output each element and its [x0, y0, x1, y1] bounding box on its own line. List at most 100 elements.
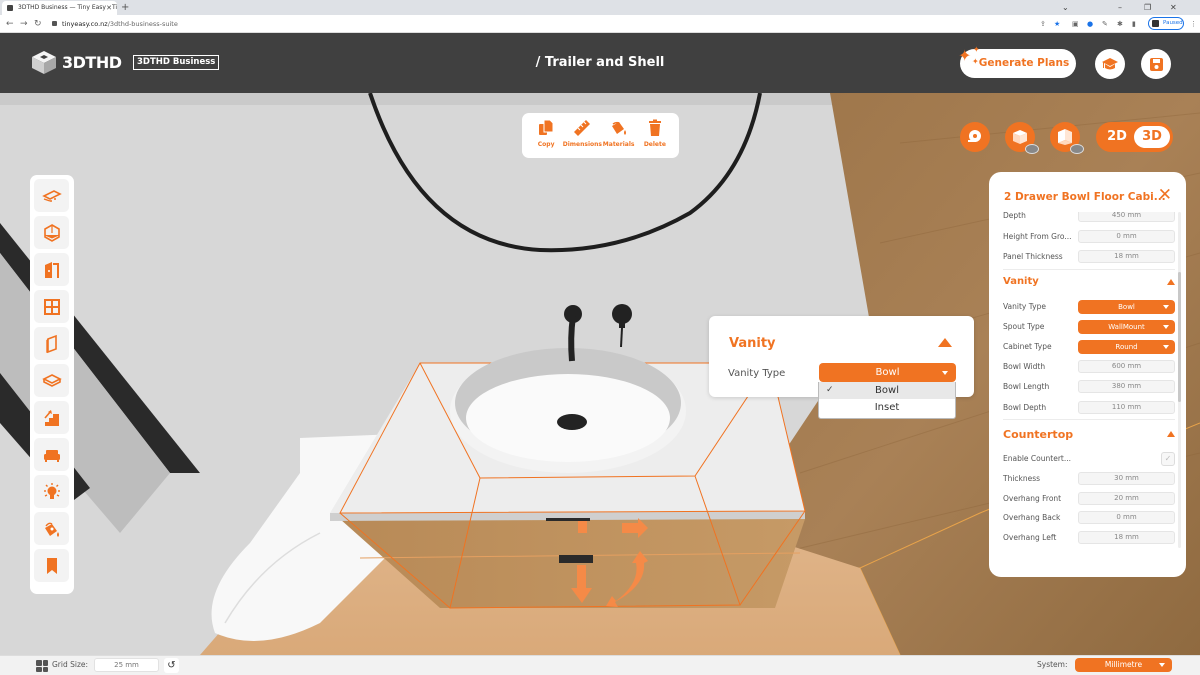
toolbar-walls-button[interactable]: [34, 327, 69, 360]
toolbar-trailer-button[interactable]: [34, 179, 69, 212]
new-tab-button[interactable]: +: [121, 0, 129, 15]
cabinet-type-select[interactable]: Round: [1078, 340, 1175, 354]
bowl-depth-input[interactable]: 110 mm: [1078, 401, 1175, 414]
profile-avatar-icon: [1152, 20, 1159, 27]
overhang-front-input[interactable]: 20 mm: [1078, 492, 1175, 505]
toolbar-doors-button[interactable]: [34, 253, 69, 286]
toolbar-lighting-button[interactable]: [34, 475, 69, 508]
restore-button[interactable]: ❐: [1144, 0, 1151, 15]
sidepanel-icon[interactable]: ▮: [1132, 18, 1136, 30]
toolbar-stairs-button[interactable]: [34, 401, 69, 434]
eyedropper-icon[interactable]: ✎: [1102, 18, 1108, 30]
profile-button[interactable]: Paused: [1148, 17, 1184, 30]
bowl-length-input[interactable]: 380 mm: [1078, 380, 1175, 393]
toggle-roof-visibility-button[interactable]: [1005, 122, 1039, 154]
browser-tab[interactable]: 3DTHD Business — Tiny Easy - Ti ✕: [2, 1, 117, 15]
bowl-width-input[interactable]: 600 mm: [1078, 360, 1175, 373]
prop-row-spout-type: Spout Type WallMount: [1003, 320, 1175, 334]
mode-2d-button[interactable]: 2D: [1099, 126, 1135, 148]
enable-countertop-checkbox[interactable]: ✓: [1161, 452, 1175, 466]
url-domain: tinyeasy.co.nz: [62, 20, 108, 28]
vanity-section-header[interactable]: Vanity: [1003, 276, 1175, 287]
dropdown-arrow-icon: [1163, 325, 1169, 329]
bookmark-star-icon[interactable]: ★: [1054, 18, 1060, 30]
prop-row-overhang-back: Overhang Back 0 mm: [1003, 511, 1175, 525]
stairs-icon: [43, 409, 59, 426]
option-bowl-label: Bowl: [875, 385, 899, 396]
delete-button[interactable]: Delete: [637, 119, 673, 158]
prop-label: Spout Type: [1003, 322, 1045, 331]
save-button[interactable]: [1141, 49, 1171, 79]
toggle-walls-visibility-button[interactable]: [1050, 122, 1084, 154]
tab-close-icon[interactable]: ✕: [106, 1, 112, 15]
reset-grid-icon[interactable]: ↺: [164, 658, 179, 673]
spout-type-select[interactable]: WallMount: [1078, 320, 1175, 334]
copy-label: Copy: [537, 141, 555, 148]
properties-scrollbar[interactable]: [1178, 212, 1181, 548]
grid-size-input[interactable]: 25 mm: [94, 658, 159, 672]
trailer-icon: [41, 189, 62, 202]
option-inset[interactable]: Inset: [819, 399, 955, 416]
close-window-button[interactable]: ✕: [1170, 0, 1177, 15]
mode-3d-button[interactable]: 3D: [1134, 126, 1170, 148]
lock-icon: [52, 21, 57, 26]
option-bowl[interactable]: ✓ Bowl: [819, 382, 955, 399]
extension-circle-icon[interactable]: ●: [1087, 18, 1093, 30]
toolbar-furniture-button[interactable]: [34, 438, 69, 471]
browser-menu-icon[interactable]: ⋮: [1190, 18, 1197, 30]
vanity-type-select[interactable]: Bowl: [819, 363, 956, 382]
panel-thickness-input[interactable]: 18 mm: [1078, 250, 1175, 263]
scrollbar-thumb[interactable]: [1178, 272, 1181, 402]
app-header: 3DTHD 3DTHD Business / Trailer and Shell…: [0, 33, 1200, 93]
prop-row-cabinet-type: Cabinet Type Round: [1003, 340, 1175, 354]
toolbar-floors-button[interactable]: [34, 364, 69, 397]
countertop-section-header[interactable]: Countertop: [1003, 428, 1175, 441]
url-field[interactable]: tinyeasy.co.nz/3dthd-business-suite: [52, 17, 1182, 31]
prop-label: Overhang Front: [1003, 494, 1062, 503]
object-action-toolbar: Copy Dimensions Materials Delete: [522, 113, 679, 158]
sparkle-small-icon-2: ✦: [972, 57, 979, 66]
minimize-button[interactable]: –: [1118, 0, 1122, 15]
toolbar-bookmarks-button[interactable]: [34, 549, 69, 582]
overhang-back-input[interactable]: 0 mm: [1078, 511, 1175, 524]
cube-outline-icon: [43, 223, 60, 242]
generate-plans-button[interactable]: ✦ ✦ ✦ Generate Plans: [958, 45, 1076, 78]
prop-label: Thickness: [1003, 474, 1041, 483]
back-icon[interactable]: ←: [6, 17, 14, 31]
depth-input[interactable]: 450 mm: [1078, 212, 1175, 222]
extension-icon[interactable]: ▣: [1072, 18, 1079, 30]
dimensions-button[interactable]: Dimensions: [563, 119, 602, 158]
divider: [1003, 269, 1175, 270]
tape-measure-icon: [968, 130, 981, 142]
eye-badge-icon: [1070, 144, 1084, 154]
prop-row-vanity-type: Vanity Type Bowl: [1003, 300, 1175, 314]
reload-icon[interactable]: ↻: [34, 17, 42, 31]
grid-icon: [36, 660, 48, 672]
close-icon[interactable]: ✕: [1158, 186, 1172, 204]
copy-button[interactable]: Copy: [528, 119, 564, 158]
prop-row-overhang-left: Overhang Left 18 mm: [1003, 531, 1175, 545]
properties-body[interactable]: Depth 450 mm Height From Gro... 0 mm Pan…: [989, 212, 1186, 552]
share-icon[interactable]: ⇪: [1040, 18, 1046, 30]
unit-system-value: Millimetre: [1104, 660, 1143, 669]
measure-tool-button[interactable]: [960, 122, 990, 152]
materials-button[interactable]: Materials: [601, 119, 637, 158]
height-from-ground-input[interactable]: 0 mm: [1078, 230, 1175, 243]
forward-icon[interactable]: →: [20, 17, 28, 31]
profile-status: Paused: [1163, 20, 1183, 26]
unit-system-select[interactable]: Millimetre: [1075, 658, 1172, 672]
collapse-triangle-icon[interactable]: [938, 338, 952, 347]
properties-title: 2 Drawer Bowl Floor Cabi...: [1004, 191, 1166, 203]
prop-label: Height From Gro...: [1003, 232, 1072, 241]
floor-layer-icon: [41, 373, 62, 387]
tutorials-button[interactable]: [1095, 49, 1125, 79]
sofa-icon: [43, 449, 60, 462]
thickness-input[interactable]: 30 mm: [1078, 472, 1175, 485]
tab-search-icon[interactable]: ⌄: [1062, 0, 1069, 15]
toolbar-materials-button[interactable]: [34, 512, 69, 545]
overhang-left-input[interactable]: 18 mm: [1078, 531, 1175, 544]
vanity-type-select[interactable]: Bowl: [1078, 300, 1175, 314]
puzzle-icon[interactable]: ✱: [1117, 18, 1123, 30]
toolbar-windows-button[interactable]: [34, 290, 69, 323]
toolbar-shell-button[interactable]: [34, 216, 69, 249]
